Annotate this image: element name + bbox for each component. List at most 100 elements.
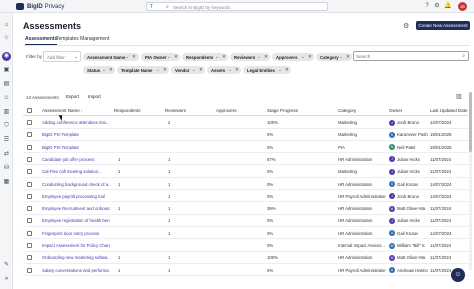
table-row[interactable]: Onboarding new marketing softwa... 1 1 100%…: [23, 252, 470, 264]
table-row[interactable]: Fingerprint door entry process 1 0% HR Admi…: [23, 228, 470, 240]
select-all-checkbox[interactable]: [27, 108, 32, 113]
filter-chip-reviewers[interactable]: Reviewers ⌄ ✕: [230, 53, 270, 61]
document-icon[interactable]: ▤: [2, 80, 11, 89]
assessment-name-link[interactable]: Employee Recruitment and onboard...: [42, 206, 110, 211]
row-checkbox[interactable]: [27, 230, 32, 236]
col-assessment-name[interactable]: Assessment Name↑: [42, 108, 83, 113]
table-row[interactable]: Impact Assessment for Policy Chang... 0% I…: [23, 240, 470, 252]
filter-chip-vendor[interactable]: Vendor ⌄ ✕: [171, 66, 205, 74]
row-checkbox[interactable]: [27, 156, 32, 162]
grid-icon[interactable]: ▦: [2, 178, 11, 187]
close-icon[interactable]: ✕: [222, 54, 226, 60]
filter-chip-template-name[interactable]: Template Name ⌄ ✕: [117, 66, 169, 74]
col-last-updated-date[interactable]: Last Updated Date: [430, 108, 468, 113]
col-stage-progress[interactable]: Stage Progress: [267, 108, 298, 113]
row-checkbox[interactable]: [27, 144, 32, 150]
users-icon[interactable]: ☺: [2, 94, 11, 103]
col-reviewers[interactable]: Reviewers: [165, 108, 186, 113]
clipboard-icon[interactable]: ▣: [2, 66, 11, 75]
row-checkbox[interactable]: [27, 169, 32, 175]
row-checkbox[interactable]: [27, 267, 32, 273]
tab-templates-management[interactable]: Templates Management: [56, 36, 109, 42]
row-checkbox[interactable]: [27, 120, 32, 125]
assessment-name-link[interactable]: Employee payroll processing tool: [42, 194, 110, 199]
sort-asc-icon[interactable]: ↑: [81, 108, 83, 113]
assessment-name-link[interactable]: Onboarding new marketing softwa...: [42, 255, 110, 260]
create-assessment-button[interactable]: Create New Assessment: [416, 21, 470, 30]
settings-icon[interactable]: ⚙: [433, 2, 441, 10]
row-checkbox[interactable]: [27, 255, 32, 261]
assessment-name-link[interactable]: Adding conference attendees into...: [42, 120, 110, 125]
page-settings-icon[interactable]: ⚙: [403, 22, 409, 30]
close-icon[interactable]: ✕: [264, 54, 268, 60]
table-row[interactable]: Salary conversations and performa... 1 1 0%…: [23, 265, 470, 277]
close-icon[interactable]: ✕: [163, 67, 167, 73]
collapse-icon[interactable]: »: [2, 275, 11, 284]
search-type-toggle[interactable]: T: [150, 4, 153, 10]
row-checkbox[interactable]: [27, 243, 32, 248]
import-button[interactable]: Import: [88, 94, 101, 99]
row-checkbox[interactable]: [27, 218, 32, 224]
close-icon[interactable]: ✕: [346, 54, 350, 60]
assessment-name-link[interactable]: Fingerprint door entry process: [42, 231, 110, 236]
assessment-name-link[interactable]: Impact Assessment for Policy Chang...: [42, 243, 110, 248]
row-checkbox[interactable]: [27, 132, 32, 138]
star-icon[interactable]: ☆: [2, 34, 11, 43]
row-checkbox[interactable]: [27, 181, 32, 187]
assistant-fab[interactable]: ☺: [451, 268, 465, 282]
close-icon[interactable]: ✕: [132, 54, 136, 60]
assessment-name-link[interactable]: Conducting background check of a...: [42, 182, 110, 187]
table-row[interactable]: Cal-Flex call meeting solution... 1 1 0% Mar…: [23, 166, 470, 178]
table-row[interactable]: Employee Recruitment and onboard... 1 1 39%…: [23, 203, 470, 215]
add-filter-select[interactable]: Add filter ⌄: [43, 51, 81, 62]
col-respondents[interactable]: Respondents: [114, 108, 141, 113]
table-row[interactable]: Employee payroll processing tool 1 0% HR Pa…: [23, 191, 470, 203]
user-avatar[interactable]: JB: [458, 2, 467, 11]
table-row[interactable]: BigID PIA Template 0% PIA N Neil Patel 19/01/…: [23, 142, 470, 154]
database-icon[interactable]: ⛁: [2, 164, 11, 173]
assessment-name-link[interactable]: Employee registration of health ben...: [42, 218, 110, 223]
scrollbar-thumb[interactable]: [469, 92, 472, 152]
filter-chip-legal-entities[interactable]: Legal Entities ⌄ ✕: [243, 66, 291, 74]
close-icon[interactable]: ✕: [174, 54, 178, 60]
shield-icon[interactable]: ⛉: [2, 122, 11, 131]
list-icon[interactable]: ☰: [2, 136, 11, 145]
assessment-name-link[interactable]: BigID PIA Template: [42, 132, 110, 137]
app-logo[interactable]: BigID Privacy: [16, 3, 64, 10]
assessment-name-link[interactable]: Cal-Flex call meeting solution...: [42, 169, 110, 174]
table-row[interactable]: BigID PIA Template 0% Marketing K Karanveer …: [23, 129, 470, 141]
edit-icon[interactable]: ✎: [2, 261, 11, 270]
notifications-icon[interactable]: 🔔: [444, 2, 452, 10]
global-search[interactable]: T ⌕ Search in BigID by keywords: [146, 2, 328, 11]
home-icon[interactable]: ⌂: [2, 21, 11, 30]
filter-chip-respondents[interactable]: Respondents ⌄ ✕: [182, 53, 228, 61]
col-category[interactable]: Category: [338, 108, 356, 113]
assessment-name-link[interactable]: Salary conversations and performa...: [42, 268, 110, 273]
filter-chip-assessment-name[interactable]: Assessment Name ⌄ ✕: [83, 53, 139, 61]
filter-chip-approvers[interactable]: Approvers ⌄ ✕: [272, 53, 314, 61]
close-icon[interactable]: ✕: [235, 67, 239, 73]
row-checkbox[interactable]: [27, 206, 32, 212]
row-checkbox[interactable]: [27, 193, 32, 199]
table-row[interactable]: Conducting background check of a... 1 1 0% H…: [23, 179, 470, 190]
table-row[interactable]: Adding conference attendees into... 2 100%…: [23, 117, 470, 129]
export-button[interactable]: Export: [66, 94, 79, 99]
table-search[interactable]: ⌕: [353, 51, 469, 61]
close-icon[interactable]: ✕: [109, 67, 113, 73]
search-input[interactable]: [356, 53, 456, 60]
filter-chip-pia-owner[interactable]: PIA Owner ⌄ ✕: [141, 53, 180, 61]
assessment-name-link[interactable]: BigID PIA Template: [42, 145, 110, 150]
table-row[interactable]: Candidate job offer process 1 1 67% HR Admin…: [23, 154, 470, 166]
col-owner[interactable]: Owner: [389, 108, 402, 113]
filter-chip-assets[interactable]: Assets ⌄ ✕: [207, 66, 241, 74]
tab-assessments[interactable]: Assessments: [25, 36, 58, 45]
table-row[interactable]: Employee registration of health ben... 1 0…: [23, 215, 470, 227]
column-settings-icon[interactable]: ▥: [456, 93, 462, 100]
flow-icon[interactable]: ⇄: [2, 150, 11, 159]
filter-chip-category[interactable]: Category ⌄ ✕: [316, 53, 352, 61]
assessment-name-link[interactable]: Candidate job offer process: [42, 157, 110, 162]
col-approvers[interactable]: Approvers: [216, 108, 237, 113]
close-icon[interactable]: ✕: [285, 67, 289, 73]
close-icon[interactable]: ✕: [199, 67, 203, 73]
assessments-icon[interactable]: ◉: [2, 52, 11, 61]
